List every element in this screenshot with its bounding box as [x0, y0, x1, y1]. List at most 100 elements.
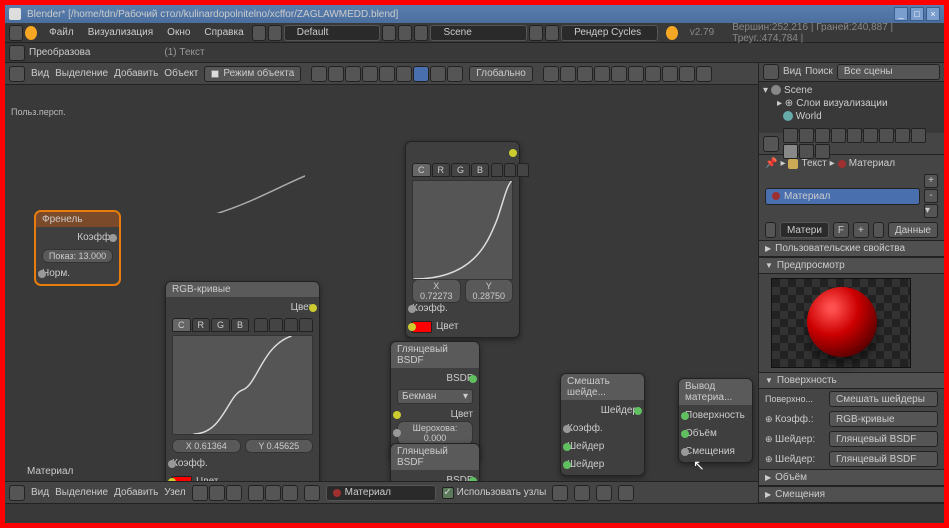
tab-renderlayers-icon[interactable]: [799, 128, 814, 143]
outliner-menu-view[interactable]: Вид: [783, 66, 801, 77]
node-title[interactable]: Френель: [36, 212, 119, 227]
shader1-link-dropdown[interactable]: Глянцевый BSDF: [829, 431, 938, 447]
reset-icon[interactable]: [299, 318, 313, 332]
unlink-icon[interactable]: [873, 222, 884, 238]
layer-button[interactable]: [645, 66, 661, 82]
editor-type-icon[interactable]: [9, 25, 23, 41]
fwd-icon[interactable]: [268, 25, 282, 41]
curve-channel-tabs[interactable]: CRGB: [412, 163, 513, 177]
copy-icon[interactable]: [618, 485, 634, 501]
tab-scene-icon[interactable]: [815, 128, 830, 143]
layer-button[interactable]: [577, 66, 593, 82]
go-parent-icon[interactable]: [574, 485, 590, 501]
pin-icon[interactable]: [552, 485, 568, 501]
vp-menu-select[interactable]: Выделение: [55, 68, 108, 79]
widget-icon[interactable]: [328, 66, 344, 82]
pin-icon[interactable]: 📌: [765, 158, 777, 169]
node-editor-area[interactable]: Вид Выделение Добавить Объект Режим объе…: [5, 63, 758, 503]
del-scene-icon[interactable]: [545, 25, 559, 41]
material-slot-list[interactable]: Материал + - ▾: [765, 174, 938, 218]
add-scene-icon[interactable]: [529, 25, 543, 41]
snap-icon[interactable]: [596, 485, 612, 501]
panel-displacement[interactable]: Смещения: [759, 486, 944, 503]
render-engine-field[interactable]: Рендер Cycles: [561, 25, 658, 41]
material-slot-item[interactable]: Материал: [765, 188, 920, 205]
distribution-dropdown[interactable]: Бекман▾: [397, 389, 473, 404]
widget-icon[interactable]: [362, 66, 378, 82]
link-dropdown[interactable]: Данные: [888, 222, 938, 238]
shader-type-obj-icon[interactable]: [248, 485, 264, 501]
mode-dropdown[interactable]: Режим объекта: [204, 66, 301, 82]
node-title[interactable]: Глянцевый BSDF: [391, 342, 479, 368]
ne-menu-view[interactable]: Вид: [31, 487, 49, 498]
shader-type-world-icon[interactable]: [265, 485, 281, 501]
curve-y-field[interactable]: Y 0.28750: [465, 279, 514, 303]
editor-type-outliner-icon[interactable]: [763, 64, 779, 80]
widget-icon[interactable]: [430, 66, 446, 82]
layer-button[interactable]: [560, 66, 576, 82]
layer-button[interactable]: [662, 66, 678, 82]
roughness-field[interactable]: Шерохова: 0.000: [397, 421, 473, 445]
tab-constraints-icon[interactable]: [863, 128, 878, 143]
widget-icon[interactable]: [396, 66, 412, 82]
curve-widget[interactable]: [172, 335, 313, 435]
screen-layout-field[interactable]: Default: [284, 25, 381, 41]
coef-link-dropdown[interactable]: RGB-кривые: [829, 411, 938, 427]
zoom-in-icon[interactable]: [491, 163, 503, 177]
curve-widget[interactable]: [412, 180, 513, 280]
tree-type-tex-icon[interactable]: [226, 485, 242, 501]
tab-data-icon[interactable]: [895, 128, 910, 143]
widget-icon[interactable]: [447, 66, 463, 82]
scene-browse-icon[interactable]: [414, 25, 428, 41]
outliner-item-world[interactable]: World: [761, 110, 942, 123]
outliner-menu-search[interactable]: Поиск: [805, 66, 833, 77]
node-title[interactable]: Смешать шейде...: [561, 374, 644, 400]
add-layout-icon[interactable]: [382, 25, 396, 41]
vp-menu-object[interactable]: Объект: [164, 68, 198, 79]
manipulator-icon[interactable]: [413, 66, 429, 82]
menu-window[interactable]: Окно: [161, 25, 196, 40]
scene-field[interactable]: Scene: [430, 25, 527, 41]
outliner-item-scene[interactable]: ▾ Scene: [761, 84, 942, 97]
mat-name-field[interactable]: Матери: [780, 222, 829, 238]
surface-shader-dropdown[interactable]: Смешать шейдеры: [829, 391, 938, 407]
curve-x-field[interactable]: X 0.61364: [172, 439, 241, 453]
shader2-link-dropdown[interactable]: Глянцевый BSDF: [829, 451, 938, 467]
use-nodes-checkbox[interactable]: ✓ Использовать узлы: [442, 487, 547, 499]
fake-user-button[interactable]: F: [833, 222, 849, 238]
zoom-out-icon[interactable]: [504, 163, 516, 177]
tab-object-icon[interactable]: [847, 128, 862, 143]
outliner-tree[interactable]: ▾ Scene ▸ ⊕ Слои визуализации World: [759, 82, 944, 133]
tab-font-icon[interactable]: [911, 128, 926, 143]
node-fresnel[interactable]: Френель Коэфф. Показ: 13.000 Норм.: [35, 211, 120, 285]
panel-surface[interactable]: Поверхность: [759, 372, 944, 389]
node-title[interactable]: RGB-кривые: [166, 282, 319, 297]
curve-channel-tabs[interactable]: CRGB: [172, 318, 313, 332]
layer-button[interactable]: [696, 66, 712, 82]
node-title[interactable]: Глянцевый BSDF: [391, 444, 479, 470]
tools-icon[interactable]: [284, 318, 298, 332]
ne-menu-node[interactable]: Узел: [164, 487, 185, 498]
outliner-display-mode[interactable]: Все сцены: [837, 64, 940, 80]
shader-type-line-icon[interactable]: [282, 485, 298, 501]
reset-icon[interactable]: [517, 163, 529, 177]
del-layout-icon[interactable]: [398, 25, 412, 41]
tab-world-icon[interactable]: [831, 128, 846, 143]
tree-type-comp-icon[interactable]: [209, 485, 225, 501]
panel-custom-props[interactable]: Пользовательские свойства: [759, 240, 944, 257]
editor-type-properties-icon[interactable]: [763, 136, 779, 152]
breadcrumb-material[interactable]: Материал: [849, 158, 895, 169]
panel-preview[interactable]: Предпросмотр: [759, 257, 944, 274]
layer-button[interactable]: [628, 66, 644, 82]
ne-menu-select[interactable]: Выделение: [55, 487, 108, 498]
layer-button[interactable]: [543, 66, 559, 82]
outliner-item-renderlayers[interactable]: ▸ ⊕ Слои визуализации: [761, 97, 942, 110]
material-name-field[interactable]: Материал: [326, 485, 436, 501]
mat-browse-icon[interactable]: [765, 222, 776, 238]
curve-y-field[interactable]: Y 0.45625: [245, 439, 314, 453]
node-rgb-curves[interactable]: Цвет CRGB X 0.72273Y 0.28750 Коэфф. Цвет: [405, 141, 520, 338]
curve-x-field[interactable]: X 0.72273: [412, 279, 461, 303]
add-slot-button[interactable]: +: [924, 174, 938, 188]
menu-file[interactable]: Файл: [43, 25, 80, 40]
menu-render[interactable]: Визуализация: [82, 25, 159, 40]
